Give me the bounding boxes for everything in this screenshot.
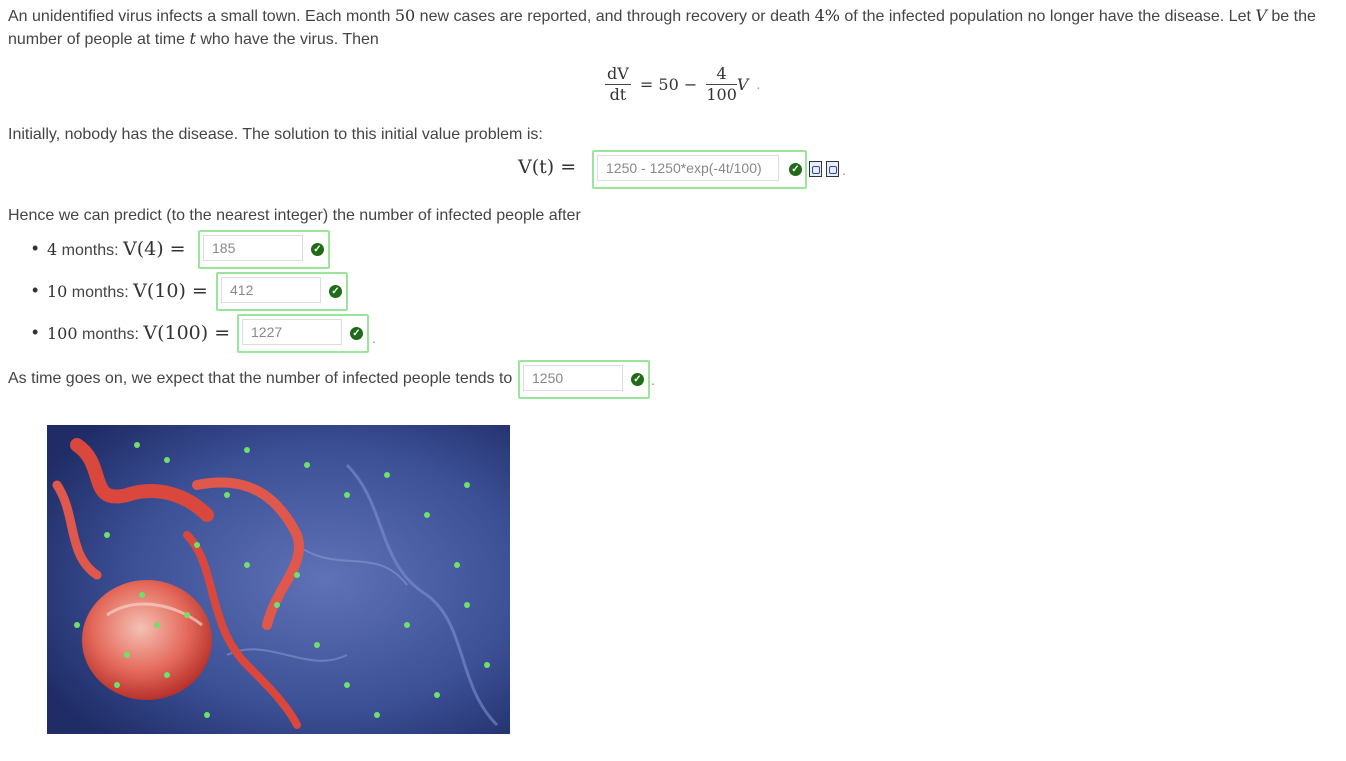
preview-doc-icon[interactable] — [809, 161, 822, 177]
answer-box-4: ✓ — [198, 230, 330, 269]
months-label: months: — [57, 242, 123, 259]
var-v: V — [1255, 6, 1267, 25]
lhs-fraction: dV dt — [605, 64, 631, 105]
prediction-item-100: 100 months: V(100) = — [47, 322, 230, 344]
limit-text: As time goes on, we expect that the numb… — [8, 370, 513, 387]
lhs-numerator: dV — [605, 64, 631, 85]
bullet: • — [32, 322, 39, 342]
check-icon: ✓ — [789, 163, 802, 176]
intro-percent: 4% — [814, 6, 840, 25]
intro-text: new cases are reported, and through reco… — [415, 8, 815, 25]
lhs-denominator: dt — [609, 85, 627, 104]
prediction-expr: V(10) = — [133, 280, 208, 302]
virus-micrograph-svg — [47, 425, 510, 734]
rhs-fraction: 4 100 — [706, 64, 737, 105]
months-number: 4 — [47, 240, 58, 259]
prediction-expr: V(100) = — [143, 322, 231, 344]
prediction-expr: V(4) = — [123, 238, 186, 260]
trailing-dot: . — [372, 330, 376, 346]
differential-equation: dV dt = 50 − 4 100 V . — [605, 64, 760, 110]
solution-answer-box: ✓ — [592, 150, 807, 189]
prediction-item-4: 4 months: V(4) = — [47, 238, 186, 260]
equation-period: . — [756, 77, 761, 92]
answer-input-4[interactable] — [203, 235, 303, 261]
bullet: • — [32, 280, 39, 300]
intro-text: of the infected population no longer hav… — [839, 8, 1256, 25]
solution-input[interactable] — [597, 155, 779, 181]
trailing-dot: . — [842, 162, 846, 178]
answer-input-10[interactable] — [221, 277, 321, 303]
rhs-denominator: 100 — [706, 85, 737, 104]
answer-box-10: ✓ — [216, 272, 348, 311]
prediction-item-10: 10 months: V(10) = — [47, 280, 208, 302]
check-icon: ✓ — [350, 327, 363, 340]
rhs-numerator: 4 — [706, 64, 737, 85]
ivp-label: V(t) = — [518, 156, 577, 178]
answer-box-100: ✓ — [237, 314, 369, 353]
check-icon: ✓ — [329, 285, 342, 298]
equals-fifty-minus: = 50 − — [639, 75, 698, 94]
check-icon: ✓ — [631, 373, 644, 386]
check-icon: ✓ — [311, 243, 324, 256]
answer-input-100[interactable] — [242, 319, 342, 345]
problem-intro: An unidentified virus infects a small to… — [8, 5, 1340, 51]
ivp-text: Initially, nobody has the disease. The s… — [8, 126, 543, 143]
virus-micrograph-image — [47, 425, 510, 734]
intro-text: who have the virus. Then — [195, 31, 379, 48]
intro-number-cases: 50 — [394, 6, 416, 25]
bullet: • — [32, 238, 39, 258]
intro-text: An unidentified virus infects a small to… — [8, 8, 395, 25]
help-doc-icon[interactable] — [826, 161, 839, 177]
rhs-variable: V — [736, 75, 749, 94]
predict-text: Hence we can predict (to the nearest int… — [8, 207, 581, 224]
limit-answer-box: ✓ — [518, 360, 650, 399]
months-number: 10 — [47, 282, 68, 301]
trailing-dot: . — [651, 372, 655, 388]
months-number: 100 — [47, 324, 78, 343]
months-label: months: — [77, 326, 144, 343]
limit-input[interactable] — [523, 365, 623, 391]
months-label: months: — [67, 284, 134, 301]
